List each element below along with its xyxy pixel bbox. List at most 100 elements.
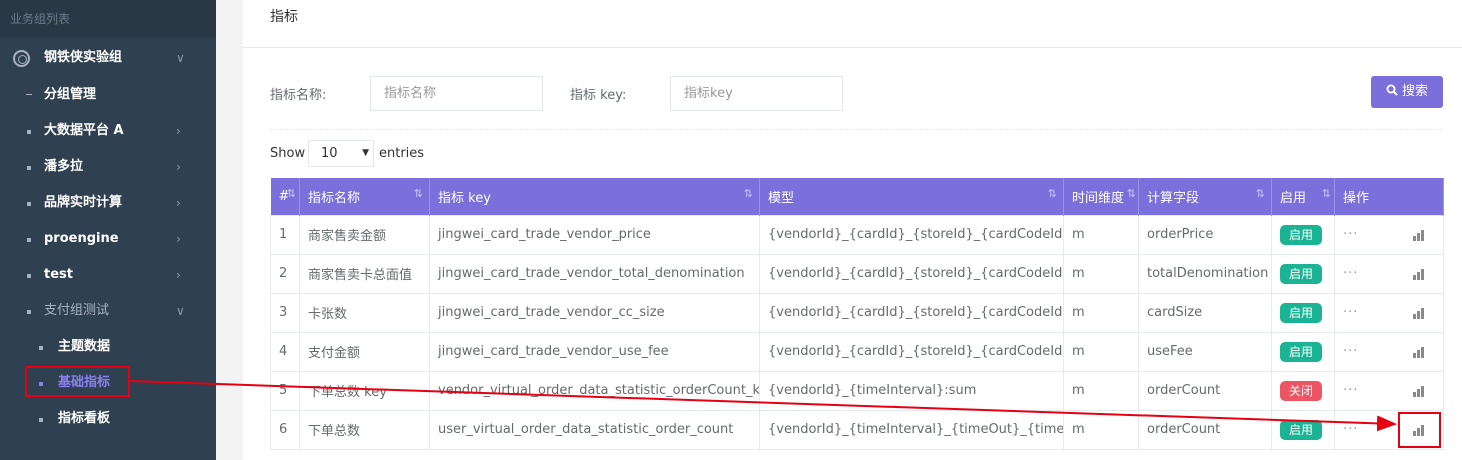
- cell-time: m: [1063, 253, 1139, 294]
- bar-chart-icon[interactable]: [1413, 229, 1425, 241]
- sort-icon: ⇅: [1321, 187, 1331, 200]
- sidebar-subitem-topic-data[interactable]: 主题数据: [0, 329, 216, 365]
- sidebar-item-label: 潘多拉: [44, 159, 84, 174]
- bar-chart-icon[interactable]: [1413, 385, 1425, 397]
- metric-key-input[interactable]: 指标key: [670, 76, 843, 111]
- cell-model: {vendorId}_{timeInterval}_{timeOut}_{tim…: [759, 409, 1064, 450]
- cell-key: jingwei_card_trade_vendor_cc_size: [429, 292, 760, 333]
- col-header-label: 计算字段: [1147, 190, 1200, 206]
- bar-chart-icon[interactable]: [1413, 307, 1425, 319]
- divider: [243, 47, 1462, 48]
- cell-name: 下单总数: [299, 409, 430, 450]
- chevron-down-icon: ∨: [176, 304, 185, 318]
- sidebar-item-proengine[interactable]: proengine ›: [0, 221, 216, 257]
- search-button-label: 搜索: [1401, 84, 1428, 99]
- search-icon: [1386, 84, 1398, 96]
- annotation-box-sidebar: [25, 366, 130, 397]
- cell-status: 启用: [1271, 292, 1335, 333]
- bar-chart-icon[interactable]: [1413, 346, 1425, 358]
- metrics-table: # ⇅ 指标名称 ⇅ 指标 key ⇅ 模型 ⇅ 时间维度 ⇅ 计算字段 ⇅ 启用 ⇅ 操作 …: [270, 178, 1444, 450]
- more-icon[interactable]: ···: [1343, 227, 1358, 242]
- cell-field: orderPrice: [1138, 214, 1272, 255]
- sidebar-group[interactable]: 钢铁侠实验组 ∨: [0, 40, 216, 76]
- col-header-enabled[interactable]: 启用 ⇅: [1271, 178, 1335, 215]
- col-header-key[interactable]: 指标 key ⇅: [429, 178, 760, 215]
- col-header-name[interactable]: 指标名称 ⇅: [299, 178, 430, 215]
- search-button[interactable]: 搜索: [1371, 76, 1443, 108]
- chevron-right-icon: ›: [176, 196, 181, 210]
- sort-icon: ⇅: [286, 187, 296, 200]
- cell-actions: ···: [1334, 253, 1444, 294]
- cell-actions: ···: [1334, 331, 1444, 372]
- col-header-label: 操作: [1343, 190, 1370, 206]
- page-size-select[interactable]: 10 ▼: [308, 140, 374, 167]
- table-row: 5 下单总数 key vendor_virtual_order_data_sta…: [270, 370, 1444, 411]
- sidebar-item-label: 大数据平台 A: [44, 123, 124, 138]
- chevron-right-icon: ›: [176, 160, 181, 174]
- sidebar-item-brand-realtime[interactable]: 品牌实时计算 ›: [0, 185, 216, 221]
- col-header-model[interactable]: 模型 ⇅: [759, 178, 1064, 215]
- sort-icon: ⇅: [1047, 187, 1057, 200]
- sidebar-item-pay-test[interactable]: 支付组测试 ∨: [0, 293, 216, 329]
- cell-status: 启用: [1271, 214, 1335, 255]
- bar-chart-icon[interactable]: [1413, 268, 1425, 280]
- sidebar-item-label: proengine: [44, 231, 119, 246]
- cell-key: jingwei_card_trade_vendor_use_fee: [429, 331, 760, 372]
- bullet-icon: [27, 274, 31, 278]
- cell-field: orderCount: [1138, 370, 1272, 411]
- bullet-icon: [39, 418, 43, 422]
- col-header-time[interactable]: 时间维度 ⇅: [1063, 178, 1139, 215]
- cell-time: m: [1063, 409, 1139, 450]
- chevron-right-icon: ›: [176, 268, 181, 282]
- cell-key: user_virtual_order_data_statistic_order_…: [429, 409, 760, 450]
- cell-actions: ···: [1334, 292, 1444, 333]
- sidebar-item-bigdata[interactable]: 大数据平台 A ›: [0, 113, 216, 149]
- cell-name: 卡张数: [299, 292, 430, 333]
- col-header-index[interactable]: # ⇅: [270, 178, 300, 215]
- bullet-icon: [27, 202, 31, 206]
- cell-actions: ···: [1334, 370, 1444, 411]
- cell-field: totalDenomination: [1138, 253, 1272, 294]
- cell-time: m: [1063, 292, 1139, 333]
- sidebar-item-pandora[interactable]: 潘多拉 ›: [0, 149, 216, 185]
- status-badge[interactable]: 启用: [1280, 224, 1323, 245]
- cell-name: 商家售卖金额: [299, 214, 430, 255]
- sort-icon: ⇅: [413, 187, 423, 200]
- metric-name-input[interactable]: 指标名称: [370, 76, 543, 111]
- status-badge[interactable]: 关闭: [1280, 380, 1323, 401]
- more-icon[interactable]: ···: [1343, 422, 1358, 437]
- status-badge[interactable]: 启用: [1280, 341, 1323, 362]
- status-badge[interactable]: 启用: [1280, 302, 1323, 323]
- more-icon[interactable]: ···: [1343, 266, 1358, 281]
- sidebar-header: 业务组列表: [0, 0, 216, 38]
- cell-key: jingwei_card_trade_vendor_total_denomina…: [429, 253, 760, 294]
- more-icon[interactable]: ···: [1343, 344, 1358, 359]
- cell-status: 关闭: [1271, 370, 1335, 411]
- more-icon[interactable]: ···: [1343, 305, 1358, 320]
- cell-name: 支付金额: [299, 331, 430, 372]
- sidebar-subitem-label: 主题数据: [58, 339, 111, 354]
- cell-key: vendor_virtual_order_data_statistic_orde…: [429, 370, 760, 411]
- main-panel: 指标 指标名称: 指标名称 指标 key: 指标key 搜索 Show 10 ▼…: [243, 0, 1462, 460]
- cell-index: 5: [270, 370, 300, 411]
- cell-name: 下单总数 key: [299, 370, 430, 411]
- sidebar-subitem-metric-board[interactable]: 指标看板: [0, 401, 216, 437]
- cell-time: m: [1063, 370, 1139, 411]
- sidebar-item-group-manage[interactable]: 分组管理: [0, 77, 216, 113]
- cell-index: 2: [270, 253, 300, 294]
- cell-status: 启用: [1271, 331, 1335, 372]
- col-header-label: 时间维度: [1072, 190, 1125, 206]
- cell-model: {vendorId}_{timeInterval}:sum: [759, 370, 1064, 411]
- show-label: Show: [270, 146, 306, 161]
- col-header-label: 指标名称: [308, 190, 361, 206]
- status-badge[interactable]: 启用: [1280, 419, 1323, 440]
- sidebar-item-test[interactable]: test ›: [0, 257, 216, 293]
- metric-name-label: 指标名称:: [270, 88, 327, 103]
- more-icon[interactable]: ···: [1343, 383, 1358, 398]
- sort-icon: ⇅: [743, 187, 753, 200]
- sidebar-item-label: 分组管理: [44, 87, 97, 102]
- cell-field: useFee: [1138, 331, 1272, 372]
- dashed-divider: [270, 129, 1443, 130]
- status-badge[interactable]: 启用: [1280, 263, 1323, 284]
- col-header-field[interactable]: 计算字段 ⇅: [1138, 178, 1272, 215]
